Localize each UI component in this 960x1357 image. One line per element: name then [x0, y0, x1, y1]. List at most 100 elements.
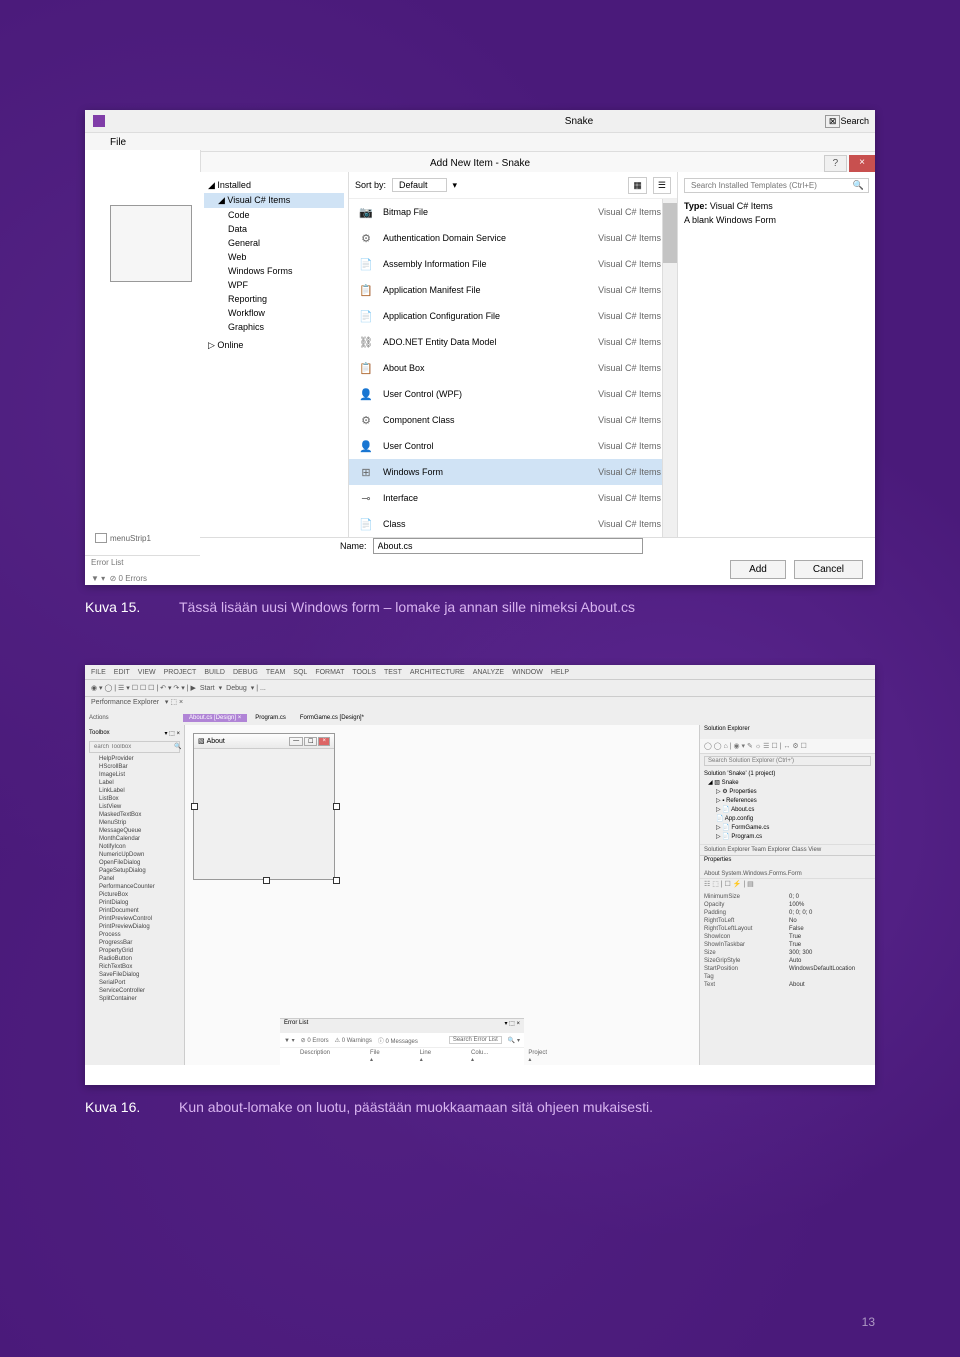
menu-item[interactable]: WINDOW	[512, 669, 543, 676]
toolbox-item[interactable]: OpenFileDialog	[87, 859, 182, 867]
tree-sub-item[interactable]: Web	[204, 250, 344, 264]
property-row[interactable]: Size300; 300	[700, 949, 875, 957]
document-tab[interactable]: FormGame.cs [Design]*	[294, 714, 370, 722]
toolbox-item[interactable]: LinkLabel	[87, 787, 182, 795]
tree-online[interactable]: ▷ Online	[204, 338, 344, 353]
template-item[interactable]: 📋About BoxVisual C# Items	[349, 355, 677, 381]
toolbox-item[interactable]: SerialPort	[87, 979, 182, 987]
error-column[interactable]: Line ▴	[420, 1050, 431, 1063]
toolbox-item[interactable]: PageSetupDialog	[87, 867, 182, 875]
file-menu[interactable]: File	[110, 137, 126, 148]
property-row[interactable]: SizeGripStyleAuto	[700, 957, 875, 965]
menu-item[interactable]: TEAM	[266, 669, 285, 676]
cancel-button[interactable]: Cancel	[794, 560, 863, 579]
solution-node[interactable]: ◢ ▧ Snake	[704, 778, 871, 787]
property-row[interactable]: Opacity100%	[700, 901, 875, 909]
template-item[interactable]: 👤User ControlVisual C# Items	[349, 433, 677, 459]
toolbox-item[interactable]: PropertyGrid	[87, 947, 182, 955]
toolbox-item[interactable]: MonthCalendar	[87, 835, 182, 843]
toolbox-search[interactable]	[92, 743, 174, 751]
error-column[interactable]: Colu... ▴	[471, 1050, 488, 1063]
property-row[interactable]: MinimumSize0; 0	[700, 893, 875, 901]
vs-main-menu[interactable]: FILE EDIT VIEW PROJECT BUILD DEBUG TEAM SQL FORM…	[85, 665, 875, 680]
about-form[interactable]: ▧ About —☐×	[193, 733, 335, 880]
solution-node[interactable]: ▷ ▪ References	[704, 796, 871, 805]
document-tab[interactable]: Program.cs	[249, 714, 292, 722]
solution-node[interactable]: ▷ ⚙ Properties	[704, 787, 871, 796]
messages-count[interactable]: ⓘ 0 Messages	[378, 1036, 418, 1045]
solution-tree[interactable]: Solution 'Snake' (1 project) ◢ ▧ Snake▷ …	[700, 768, 875, 844]
property-row[interactable]: ShowIconTrue	[700, 933, 875, 941]
vs-toolbar[interactable]: ◉ ▾ ◯ | ☰ ▾ ☐ ☐ ☐ | ↶ ▾ ↷ ▾ | ▶ Start▾ D…	[85, 680, 875, 697]
template-item[interactable]: ⛓ADO.NET Entity Data ModelVisual C# Item…	[349, 329, 677, 355]
property-row[interactable]: RightToLeftNo	[700, 917, 875, 925]
toolbox-item[interactable]: Panel	[87, 875, 182, 883]
menu-item[interactable]: DEBUG	[233, 669, 258, 676]
template-item[interactable]: ⚙Component ClassVisual C# Items	[349, 407, 677, 433]
tree-vcs-items[interactable]: ◢ Visual C# Items	[204, 193, 344, 208]
menu-item[interactable]: FILE	[91, 669, 106, 676]
sort-dropdown[interactable]: Default	[392, 178, 447, 192]
tree-sub-item[interactable]: Windows Forms	[204, 264, 344, 278]
help-button[interactable]: ?	[824, 155, 848, 172]
toolbox-item[interactable]: RadioButton	[87, 955, 182, 963]
toolbox-item[interactable]: ServiceController	[87, 987, 182, 995]
solution-node[interactable]: ▷ 📄 About.cs	[704, 805, 871, 814]
template-item[interactable]: ⊞Windows FormVisual C# Items	[349, 459, 677, 485]
menu-item[interactable]: FORMAT	[315, 669, 344, 676]
search-templates-input[interactable]	[689, 180, 853, 191]
solution-node[interactable]: ▷ 📄 FormGame.cs	[704, 823, 871, 832]
form-designer-surface[interactable]: ▧ About —☐× Error List▾ ⬚ × ▼ ▾ ⊘ 0 Erro…	[185, 725, 699, 1065]
tree-sub-item[interactable]: General	[204, 236, 344, 250]
menu-item[interactable]: ARCHITECTURE	[410, 669, 465, 676]
tree-sub-item[interactable]: WPF	[204, 278, 344, 292]
toolbox-item[interactable]: ListBox	[87, 795, 182, 803]
properties-grid[interactable]: MinimumSize0; 0Opacity100%Padding0; 0; 0…	[700, 893, 875, 1065]
error-column[interactable]: File ▴	[370, 1050, 380, 1063]
menu-item[interactable]: SQL	[293, 669, 307, 676]
toolbox-item[interactable]: NotifyIcon	[87, 843, 182, 851]
toolbox-item[interactable]: ListView	[87, 803, 182, 811]
toolbox-item[interactable]: MaskedTextBox	[87, 811, 182, 819]
toolbox-item[interactable]: PrintDialog	[87, 899, 182, 907]
toolbox-item[interactable]: PerformanceCounter	[87, 883, 182, 891]
toolbox-item[interactable]: ProgressBar	[87, 939, 182, 947]
template-item[interactable]: ⚙Authentication Domain ServiceVisual C# …	[349, 225, 677, 251]
error-column[interactable]: Description	[300, 1050, 330, 1063]
toolbox-item[interactable]: RichTextBox	[87, 963, 182, 971]
menu-item[interactable]: VIEW	[138, 669, 156, 676]
property-row[interactable]: Tag	[700, 973, 875, 981]
template-item[interactable]: ⊸InterfaceVisual C# Items	[349, 485, 677, 511]
menu-item[interactable]: EDIT	[114, 669, 130, 676]
error-search[interactable]: Search Error List	[449, 1036, 502, 1044]
scrollbar[interactable]	[662, 199, 677, 537]
view-list-button[interactable]: ☰	[653, 177, 671, 194]
property-row[interactable]: StartPositionWindowsDefaultLocation	[700, 965, 875, 973]
toolbox-item[interactable]: PrintPreviewDialog	[87, 923, 182, 931]
toolbox-item[interactable]: MenuStrip	[87, 819, 182, 827]
toolbox-item[interactable]: PrintPreviewControl	[87, 915, 182, 923]
close-button[interactable]: ×	[849, 155, 875, 172]
tree-installed[interactable]: ◢ Installed	[204, 178, 344, 193]
toolbox-item[interactable]: Process	[87, 931, 182, 939]
menu-item[interactable]: ANALYZE	[473, 669, 504, 676]
toolbox-item[interactable]: PrintDocument	[87, 907, 182, 915]
tree-sub-item[interactable]: Graphics	[204, 320, 344, 334]
toolbox-item[interactable]: NumericUpDown	[87, 851, 182, 859]
property-row[interactable]: TextAbout	[700, 981, 875, 989]
menu-item[interactable]: PROJECT	[164, 669, 197, 676]
add-button[interactable]: Add	[730, 560, 786, 579]
template-item[interactable]: 📄Assembly Information FileVisual C# Item…	[349, 251, 677, 277]
menu-item[interactable]: BUILD	[204, 669, 225, 676]
template-item[interactable]: 📋Application Manifest FileVisual C# Item…	[349, 277, 677, 303]
error-column[interactable]: Project ▴	[528, 1050, 547, 1063]
toolbox-item[interactable]: HelpProvider	[87, 755, 182, 763]
properties-toolbar[interactable]: ☷ ⬚ | ☐ ⚡ | ▤	[700, 879, 875, 893]
search-label[interactable]: Search	[840, 116, 869, 126]
template-item[interactable]: 📄Application Configuration FileVisual C#…	[349, 303, 677, 329]
solution-node[interactable]: ▷ 📄 Program.cs	[704, 832, 871, 841]
menu-item[interactable]: TEST	[384, 669, 402, 676]
template-item[interactable]: 👤User Control (WPF)Visual C# Items	[349, 381, 677, 407]
toolbox-item[interactable]: SaveFileDialog	[87, 971, 182, 979]
toolbox-item[interactable]: Label	[87, 779, 182, 787]
